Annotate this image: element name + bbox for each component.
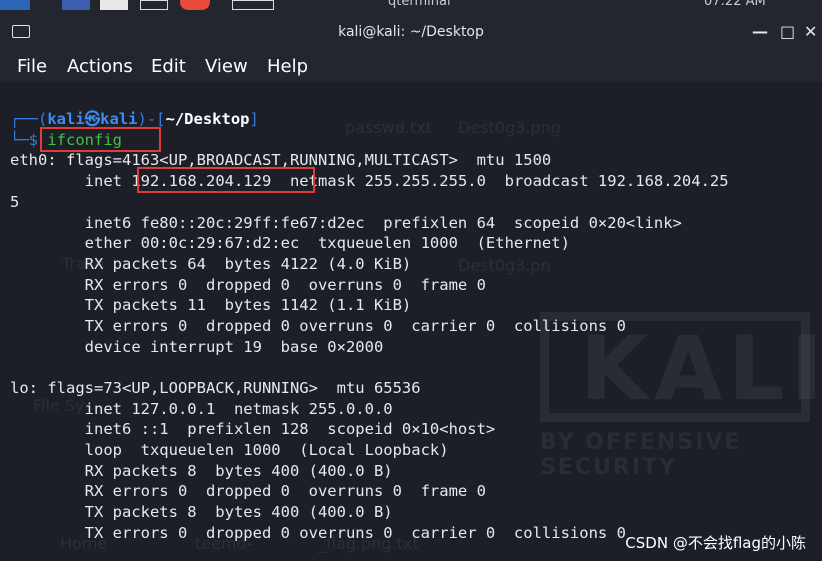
taskbar-window-title[interactable]: qterminal <box>388 0 451 9</box>
taskbar: qterminal 07:22 AM <box>0 0 822 14</box>
prompt-line: ┌──(kali㉿kali)-[~/Desktop] <box>10 110 259 128</box>
output-line: TX errors 0 dropped 0 overruns 0 carrier… <box>10 524 626 542</box>
desktop-label-dest: Dest0g3.png <box>458 118 561 137</box>
output-line: RX packets 64 bytes 4122 (4.0 KiB) <box>10 255 412 273</box>
ip-highlight-box <box>137 167 315 193</box>
output-line: TX packets 11 bytes 1142 (1.1 KiB) <box>10 296 412 314</box>
output-line: RX errors 0 dropped 0 overruns 0 frame 0 <box>10 482 486 500</box>
menu-actions[interactable]: Actions <box>67 56 133 77</box>
output-line: RX errors 0 dropped 0 overruns 0 frame 0 <box>10 276 486 294</box>
command-highlight-box <box>40 127 161 152</box>
menu-view[interactable]: View <box>205 56 248 77</box>
window-title: kali@kali: ~/Desktop <box>338 24 484 40</box>
output-line: inet 127.0.0.1 netmask 255.0.0.0 <box>10 400 393 418</box>
window-titlebar[interactable]: kali@kali: ~/Desktop — □ ✕ <box>0 14 822 52</box>
output-line: device interrupt 19 base 0×2000 <box>10 338 384 356</box>
output-line: loop txqueuelen 1000 (Local Loopback) <box>10 441 449 459</box>
output-line: TX errors 0 dropped 0 overruns 0 carrier… <box>10 317 626 335</box>
taskbar-terminal-button[interactable] <box>232 0 274 10</box>
taskbar-app-button[interactable] <box>140 0 168 10</box>
output-line: 5 <box>10 193 20 211</box>
output-line: inet6 ::1 prefixlen 128 scopeid 0×10<hos… <box>10 420 496 438</box>
taskbar-clock[interactable]: 07:22 AM <box>704 0 766 9</box>
app-menu-icon[interactable] <box>0 0 30 10</box>
csdn-watermark: CSDN @不会找flag的小陈 <box>625 534 806 552</box>
output-line: ether 00:0c:29:67:d2:ec txqueuelen 1000 … <box>10 234 570 252</box>
maximize-button[interactable]: □ <box>780 22 795 41</box>
output-line: RX packets 8 bytes 400 (400.0 B) <box>10 462 393 480</box>
kali-logo-subtitle: BY OFFENSIVE SECURITY <box>540 430 742 480</box>
minimize-button[interactable]: — <box>752 22 768 41</box>
output-line: inet6 fe80::20c:29ff:fe67:d2ec prefixlen… <box>10 214 682 232</box>
output-line: TX packets 8 bytes 400 (400.0 B) <box>10 503 393 521</box>
menu-edit[interactable]: Edit <box>151 56 186 77</box>
menu-help[interactable]: Help <box>267 56 308 77</box>
taskbar-app-button[interactable] <box>100 0 128 10</box>
close-button[interactable]: ✕ <box>804 22 817 41</box>
output-line: inet 192.168.204.129 netmask 255.255.255… <box>10 172 729 190</box>
desktop-label-dest: Dest0g3.pn <box>458 256 551 275</box>
taskbar-record-icon[interactable] <box>180 0 210 10</box>
taskbar-app-button[interactable] <box>62 0 90 10</box>
menu-bar: File Actions Edit View Help <box>0 52 822 82</box>
desktop-label-passwd: passwd.txt <box>345 118 432 137</box>
terminal-output[interactable]: passwd.txt Dest0g3.png Trash Dest0g3.pn … <box>0 82 822 561</box>
output-line: lo: flags=73<UP,LOOPBACK,RUNNING> mtu 65… <box>10 379 421 397</box>
menu-file[interactable]: File <box>17 56 47 77</box>
